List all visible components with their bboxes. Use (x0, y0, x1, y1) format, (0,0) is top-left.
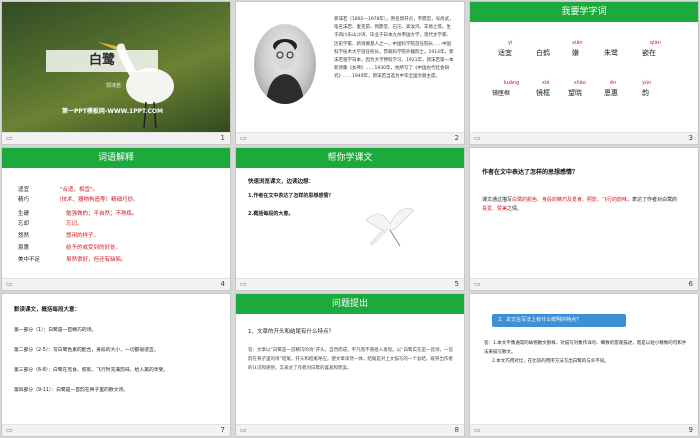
pinyin-py-2: xiān (572, 40, 583, 46)
term-2: 生硬 (18, 211, 30, 217)
slide-play-icon[interactable]: ▭ (474, 134, 481, 142)
def-4: 悠闲的样子。 (66, 233, 100, 239)
term-1: 精巧 (18, 197, 30, 203)
slide-thumbnail-7[interactable]: 默读课文，概括每段大意： 第一部分（1）：白鹭是一首精巧的诗。 第二部分（2-5… (2, 294, 230, 436)
answer-highlight-1: 白鹭的颜色、身段的精巧及觅食、照影、飞行的韵味 (512, 197, 628, 203)
slide-footer: ▭ 2 (236, 132, 464, 144)
slide-number: 1 (220, 134, 225, 142)
slide-play-icon[interactable]: ▭ (6, 426, 13, 434)
slide-number: 2 (454, 134, 459, 142)
question: 1、文章的开头和结尾有什么特点？ (248, 329, 335, 335)
term-3: 忘却 (18, 221, 30, 227)
slide-thumbnail-5[interactable]: 帮你学课文 快速浏览课文，边读边想： 1.作者在文中表达了怎样的思想感情？ 2.… (236, 148, 464, 290)
slide-number: 4 (220, 280, 225, 288)
def-2: 勉强做的；不自然；不熟练。 (66, 211, 138, 217)
slide-header: 问题提出 (236, 294, 464, 314)
question: 2、本文在写法上有什么鲜明的特点？ (498, 317, 582, 323)
def-3: 忘记。 (66, 221, 83, 227)
def-6: 虽然很好，但还有缺陷。 (66, 257, 127, 263)
pinyin-py-8: ēn (610, 80, 617, 86)
slide-thumbnail-3[interactable]: 我要学字词 yí 适宜 白鹤 xiān 嫌 朱鹭 qiàn 嵌在 kuāng 镜… (470, 2, 698, 144)
vocab-word-1: 白鹤 (536, 49, 550, 57)
slide-footer: ▭ 6 (470, 278, 698, 290)
term-0: 适宜 (18, 187, 30, 193)
vocab-word-9: 韵 (642, 89, 649, 97)
slide-footer: ▭ 1 (2, 132, 230, 144)
slide-thumbnail-8[interactable]: 问题提出 1、文章的开头和结尾有什么特点？ 答：文章以“白鹭是一首精巧的诗”开头… (236, 294, 464, 436)
slide-play-icon[interactable]: ▭ (6, 134, 13, 142)
def-0: "合适，相宜"。 (60, 187, 99, 193)
pinyin-py-7: shāo (574, 80, 586, 86)
def-1: （技术、器物构造等）精细巧妙。 (56, 197, 139, 203)
slide-thumbnail-4[interactable]: 词语解释 适宜 "合适，相宜"。 精巧 （技术、器物构造等）精细巧妙。 生硬 勉… (2, 148, 230, 290)
vocab-word-4: 嵌在 (642, 49, 656, 57)
term-5: 恩惠 (18, 245, 30, 251)
slide-footer: ▭ 7 (2, 424, 230, 436)
slide-thumbnail-2[interactable]: 郭沫若（1892—1978年），原名郭开贞，字鼎堂，号尚武，笔名沫若、麦克昂、郭… (236, 2, 464, 144)
author-portrait (254, 24, 316, 104)
slide-play-icon[interactable]: ▭ (240, 134, 247, 142)
pinyin-py-4: qiàn (650, 40, 661, 46)
site-url: 第一PPT模板网-WWW.1PPT.COM (62, 108, 163, 115)
answer: 答：文章以“白鹭是一首精巧的诗”开头，自然而成，平凡而不落俗人发现。以“白鹭实在… (248, 348, 453, 371)
slide-number: 9 (688, 426, 693, 434)
answer-paragraph: 课文通过描写白鹭的颜色、身段的精巧及觅食、照影、飞行的韵味，表达了作者对白鹭的喜… (482, 196, 682, 214)
part-summary-2: 第二部分（2-5）：写白鹭色素的配合，身段的大小，一切都很适宜。 (14, 348, 159, 353)
part-summary-1: 第一部分（1）：白鹭是一首精巧的诗。 (14, 328, 97, 333)
vocab-word-5: 镜匣框 (492, 90, 511, 97)
flying-egret (360, 202, 416, 248)
slide-header: 我要学字词 (470, 2, 698, 22)
vocab-word-6: 镜框 (536, 89, 550, 97)
slide-thumbnail-1[interactable]: 白鹭 郭沫若 第一PPT模板网-WWW.1PPT.COM ▭ 1 (2, 2, 230, 144)
slide-header: 词语解释 (2, 148, 230, 168)
vocab-word-7: 望晓 (568, 89, 582, 97)
slide-play-icon[interactable]: ▭ (240, 426, 247, 434)
slide-thumbnail-6[interactable]: 作者在文中表达了怎样的思想感情？ 课文通过描写白鹭的颜色、身段的精巧及觅食、照影… (470, 148, 698, 290)
author-name: 郭沫若 (106, 83, 122, 89)
part-summary-3: 第三部分（6-8）：白鹭在觅食、照影、飞行时充满韵味，给人美的享受。 (14, 368, 169, 373)
slide-number: 6 (688, 280, 693, 288)
slide-footer: ▭ 9 (470, 424, 698, 436)
slide-footer: ▭ 5 (236, 278, 464, 290)
question: 作者在文中表达了怎样的思想感情？ (482, 169, 579, 176)
answer-prefix: 课文通过描写 (482, 197, 513, 203)
author-biography: 郭沫若（1892—1978年），原名郭开贞，字鼎堂，号尚武，笔名沫若、麦克昂、郭… (334, 17, 454, 80)
summary-instruction: 默读课文，概括每段大意： (14, 307, 81, 313)
slide-thumbnail-9[interactable]: 2、本文在写法上有什么鲜明的特点？ 答：1.本文不像通常的咏物散文那样，对描写对… (470, 294, 698, 436)
slide-title: 白鹭 (88, 53, 115, 68)
pinyin-py-6: xié (542, 80, 550, 86)
slide-footer: ▭ 3 (470, 132, 698, 144)
pinyin-py-5: kuāng (504, 80, 520, 86)
slide-number: 3 (688, 134, 693, 142)
slide-play-icon[interactable]: ▭ (6, 280, 13, 288)
slide-number: 5 (454, 280, 459, 288)
answer-mid: ，表达了作者对白鹭的 (627, 197, 678, 203)
pinyin-py-9: yùn (642, 80, 652, 86)
slide-number: 7 (220, 426, 225, 434)
answer-2: 2.本文巧用对比，在比较的用序方法写出白鹭的与众不同。 (492, 359, 609, 364)
answer-highlight-2: 喜爱、赞美 (482, 206, 508, 212)
answer-end: 之情。 (507, 206, 523, 212)
part-summary-4: 第四部分（9-11）：白鹭是一首韵在骨子里的散文诗。 (14, 388, 129, 393)
term-4: 悠然 (18, 233, 30, 239)
term-6: 美中不足 (18, 257, 41, 263)
vocab-word-2: 嫌 (572, 49, 579, 57)
answer-1: 答：1.本文不像通常的咏物散文那样，对描写对象作详尽、细致的客观描述，而是以短小… (484, 341, 687, 355)
question-1: 1.作者在文中表达了怎样的思想感情？ (248, 193, 334, 199)
question-2: 2.概括每段的大意。 (248, 211, 294, 217)
vocab-word-3: 朱鹭 (604, 49, 618, 57)
pinyin-py-0: yí (508, 40, 513, 46)
vocab-word-0: 适宜 (498, 49, 512, 57)
slide-play-icon[interactable]: ▭ (240, 280, 247, 288)
slide-play-icon[interactable]: ▭ (474, 426, 481, 434)
slide-number: 8 (454, 426, 459, 434)
vocab-word-8: 恩惠 (604, 89, 618, 97)
reading-instruction: 快速浏览课文，边读边想： (248, 179, 315, 185)
slide-footer: ▭ 4 (2, 278, 230, 290)
def-5: 给予的或受到的好处。 (66, 245, 122, 251)
slide-play-icon[interactable]: ▭ (474, 280, 481, 288)
slide-header: 帮你学课文 (236, 148, 464, 168)
slide-footer: ▭ 8 (236, 424, 464, 436)
